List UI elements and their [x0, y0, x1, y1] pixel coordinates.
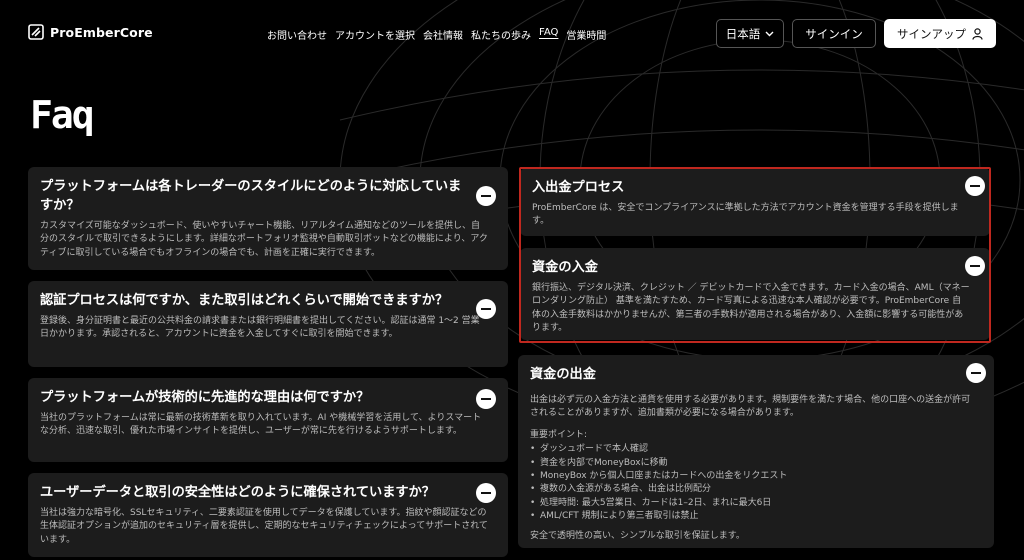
faq-item[interactable]: 資金の出金 出金は必ず元の入金方法と通貨を使用する必要があります。規制要件を満た… — [518, 355, 994, 548]
signup-button[interactable]: サインアップ — [884, 19, 996, 48]
nav-select-account[interactable]: アカウントを選択 — [335, 27, 415, 42]
list-item: 複数の入金源がある場合、出金は比例配分 — [530, 483, 974, 497]
nav-hours[interactable]: 営業時間 — [566, 27, 606, 42]
faq-question: 資金の出金 — [530, 367, 596, 382]
collapse-icon[interactable] — [476, 186, 496, 206]
points-title: 重要ポイント: — [530, 429, 588, 440]
logo-text: ProEmberCore — [50, 24, 153, 40]
faq-item[interactable]: プラットフォームは各トレーダーのスタイルにどのように対応していますか？ カスタマ… — [28, 167, 508, 270]
nav-contact[interactable]: お問い合わせ — [267, 27, 327, 42]
collapse-icon[interactable] — [476, 299, 496, 319]
faq-footer-note: 安全で透明性の高い、シンプルな取引を保証します。 — [530, 530, 745, 541]
faq-answer: ProEmberCore は、安全でコンプライアンスに準拠した方法でアカウント資… — [532, 203, 959, 227]
faq-item[interactable]: 資金の入金 銀行振込、デジタル決済、クレジット ／ デビットカードで入金できます… — [520, 248, 990, 340]
chevron-down-icon — [765, 31, 774, 36]
faq-answer: 当社は強力な暗号化、SSLセキュリティ、二要素認証を使用してデータを保護していま… — [40, 508, 488, 545]
main-nav: お問い合わせ アカウントを選択 会社情報 私たちの歩み FAQ 営業時間 — [267, 27, 606, 42]
signup-label: サインアップ — [897, 26, 966, 41]
faq-question: 認証プロセスは何ですか、また取引はどれくらいで開始できますか？ — [40, 293, 449, 308]
logo[interactable]: ProEmberCore — [28, 24, 153, 40]
page-title: Faq — [30, 93, 95, 137]
faq-item[interactable]: ユーザーデータと取引の安全性はどのように確保されていますか？ 当社は強力な暗号化… — [28, 473, 508, 557]
logo-icon — [28, 24, 44, 40]
language-label: 日本語 — [725, 26, 761, 41]
collapse-icon[interactable] — [476, 483, 496, 503]
faq-question: 資金の入金 — [532, 260, 598, 275]
collapse-icon[interactable] — [965, 176, 985, 196]
faq-item[interactable]: 認証プロセスは何ですか、また取引はどれくらいで開始できますか？ 登録後、身分証明… — [28, 281, 508, 367]
nav-company[interactable]: 会社情報 — [423, 27, 463, 42]
nav-history[interactable]: 私たちの歩み — [471, 27, 531, 42]
points-list: ダッシュボードで本人確認 資金を内部でMoneyBoxに移動 MoneyBox … — [530, 443, 982, 524]
list-item: MoneyBox から個人口座またはカードへの出金をリクエスト — [530, 470, 974, 484]
faq-item[interactable]: プラットフォームが技術的に先進的な理由は何ですか？ 当社のプラットフォームは常に… — [28, 378, 508, 462]
faq-answer: 銀行振込、デジタル決済、クレジット ／ デビットカードで入金できます。カード入金… — [532, 283, 970, 334]
list-item: ダッシュボードで本人確認 — [530, 443, 974, 457]
faq-answer: 当社のプラットフォームは常に最新の技術革新を取り入れています。AI や機械学習を… — [40, 413, 482, 437]
faq-answer: 出金は必ず元の入金方法と通貨を使用する必要があります。規制要件を満たす場合、他の… — [530, 395, 971, 419]
collapse-icon[interactable] — [965, 256, 985, 276]
site-header: ProEmberCore お問い合わせ アカウントを選択 会社情報 私たちの歩み… — [0, 0, 1024, 66]
signin-button[interactable]: サインイン — [792, 19, 876, 48]
language-select-button[interactable]: 日本語 — [716, 19, 784, 48]
collapse-icon[interactable] — [966, 363, 986, 383]
faq-answer: カスタマイズ可能なダッシュボード、使いやすいチャート機能、リアルタイム通知などの… — [40, 221, 488, 258]
faq-question: プラットフォームが技術的に先進的な理由は何ですか？ — [40, 390, 370, 405]
list-item: 処理時間: 最大5営業日、カードは1–2日、まれに最大6日 — [530, 497, 974, 511]
collapse-icon[interactable] — [476, 389, 496, 409]
faq-answer: 登録後、身分証明書と最近の公共料金の請求書または銀行明細書を提出してください。認… — [40, 316, 480, 340]
signin-label: サインイン — [805, 26, 863, 41]
list-item: AML/CFT 規制により第三者取引は禁止 — [530, 510, 974, 524]
faq-question: プラットフォームは各トレーダーのスタイルにどのように対応していますか？ — [40, 179, 462, 213]
faq-question: 入出金プロセス — [532, 180, 625, 195]
nav-faq[interactable]: FAQ — [539, 27, 558, 42]
faq-item[interactable]: 入出金プロセス ProEmberCore は、安全でコンプライアンスに準拠した方… — [520, 168, 990, 236]
list-item: 資金を内部でMoneyBoxに移動 — [530, 457, 974, 471]
user-icon — [972, 27, 983, 40]
faq-question: ユーザーデータと取引の安全性はどのように確保されていますか？ — [40, 485, 435, 500]
